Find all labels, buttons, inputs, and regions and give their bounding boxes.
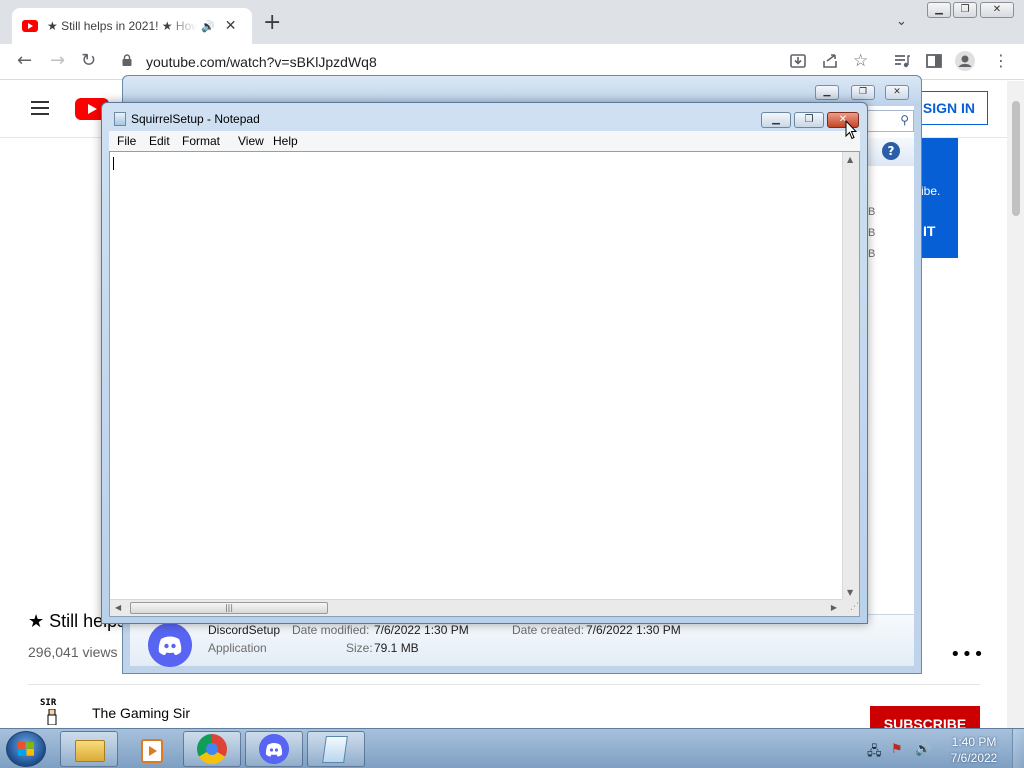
menu-file[interactable]: File <box>117 134 136 148</box>
vertical-scrollbar[interactable]: ▲ ▼ <box>842 152 859 600</box>
file-size-fragment: B <box>868 227 876 239</box>
media-control-icon[interactable] <box>893 52 911 70</box>
reload-icon[interactable]: ↻ <box>81 52 96 70</box>
notepad-title: SquirrelSetup - Notepad <box>131 112 260 126</box>
promo-button[interactable]: IT <box>923 223 935 239</box>
discord-logo-icon <box>148 623 192 667</box>
discord-icon <box>259 734 289 764</box>
chrome-icon <box>197 734 227 764</box>
new-tab-icon[interactable]: + <box>263 12 281 34</box>
search-icon[interactable]: ⚲ <box>900 113 909 127</box>
taskbar-chrome-button[interactable] <box>183 731 241 767</box>
notepad-text-area[interactable]: ▲ ▼ ◀ ||| ▶ ⋰ <box>109 151 860 617</box>
channel-avatar[interactable]: SIR <box>40 698 66 728</box>
clock-date[interactable]: 7/6/2022 <box>946 751 1002 765</box>
network-icon[interactable]: 🖧 <box>867 742 882 764</box>
hamburger-menu-icon[interactable] <box>31 101 49 115</box>
video-view-count: 296,041 views <box>28 644 118 660</box>
mouse-cursor-icon <box>845 120 857 140</box>
more-actions-icon[interactable]: ••• <box>950 644 985 665</box>
notepad-minimize-button[interactable]: ▁ <box>761 112 791 128</box>
browser-restore-button[interactable]: ❐ <box>953 2 977 18</box>
volume-icon[interactable]: 🔊 <box>915 742 931 757</box>
taskbar-notepad-button[interactable] <box>307 731 365 767</box>
details-date-modified: 7/6/2022 1:30 PM <box>374 623 469 637</box>
url-text[interactable]: youtube.com/watch?v=sBKlJpzdWq8 <box>146 54 377 70</box>
folder-icon <box>75 740 105 762</box>
scroll-up-arrow-icon[interactable]: ▲ <box>847 155 853 164</box>
details-size-label: Size: <box>346 641 373 655</box>
menu-format[interactable]: Format <box>182 134 220 148</box>
horizontal-scrollbar-thumb[interactable]: ||| <box>130 602 328 614</box>
details-size: 79.1 MB <box>374 641 419 655</box>
channel-name[interactable]: The Gaming Sir <box>92 705 190 721</box>
side-panel-icon[interactable] <box>925 52 943 70</box>
help-icon[interactable]: ? <box>882 142 900 160</box>
file-size-fragment: B <box>868 206 876 218</box>
explorer-restore-button[interactable]: ❐ <box>851 85 875 100</box>
notepad-app-icon[interactable] <box>114 112 126 126</box>
notepad-maximize-button[interactable]: ❐ <box>794 112 824 128</box>
taskbar-media-player-button[interactable] <box>120 731 178 767</box>
scroll-left-arrow-icon[interactable]: ◀ <box>115 603 121 612</box>
subscribe-promo-banner: ibe. IT <box>921 138 958 258</box>
channel-avatar-text: SIR <box>40 698 57 708</box>
youtube-favicon-icon <box>22 20 38 32</box>
notepad-menu-bar: File Edit Format View Help <box>109 131 860 151</box>
install-app-icon[interactable] <box>789 52 807 70</box>
promo-text: ibe. <box>921 184 941 198</box>
scroll-down-arrow-icon[interactable]: ▼ <box>847 588 853 597</box>
start-button[interactable] <box>6 731 46 767</box>
text-caret <box>113 157 114 170</box>
browser-close-button[interactable]: ✕ <box>980 2 1014 18</box>
browser-tab-strip: ★ Still helps in 2021! ★ How 🔊 ✕ + ⌄ ▁ ❐… <box>0 0 1024 44</box>
scroll-right-arrow-icon[interactable]: ▶ <box>831 603 837 612</box>
browser-menu-icon[interactable]: ⋮ <box>993 52 1009 70</box>
page-scrollbar[interactable] <box>1007 81 1024 728</box>
taskbar: 🖧 ⚑ 🔊 1:40 PM 7/6/2022 <box>0 728 1024 768</box>
back-arrow-icon[interactable]: ← <box>17 52 32 70</box>
clock-time[interactable]: 1:40 PM <box>948 735 1000 749</box>
taskbar-discord-button[interactable] <box>245 731 303 767</box>
resize-grip-icon[interactable]: ⋰ <box>842 599 859 616</box>
bookmark-star-icon[interactable]: ☆ <box>853 52 868 70</box>
details-date-modified-label: Date modified: <box>292 623 370 637</box>
file-size-fragment: B <box>868 248 876 260</box>
menu-edit[interactable]: Edit <box>149 134 170 148</box>
avatar-figure-icon <box>47 709 57 725</box>
explorer-close-button[interactable]: ✕ <box>885 85 909 100</box>
subscribe-button[interactable]: SUBSCRIBE <box>870 706 980 728</box>
menu-help[interactable]: Help <box>273 134 298 148</box>
windows-logo-icon <box>18 742 34 756</box>
horizontal-scrollbar[interactable]: ◀ ||| ▶ <box>110 599 842 616</box>
address-bar[interactable]: youtube.com/watch?v=sBKlJpzdWq8 <box>112 48 882 76</box>
action-center-flag-icon[interactable]: ⚑ <box>891 742 903 757</box>
close-tab-icon[interactable]: ✕ <box>225 18 237 34</box>
lock-icon[interactable] <box>122 54 132 66</box>
taskbar-explorer-button[interactable] <box>60 731 118 767</box>
notepad-window: SquirrelSetup - Notepad ▁ ❐ ✕ File Edit … <box>101 102 868 624</box>
show-desktop-button[interactable] <box>1012 729 1024 768</box>
speaker-icon[interactable]: 🔊 <box>201 20 215 33</box>
share-icon[interactable] <box>821 52 839 70</box>
details-file-name: DiscordSetup <box>208 623 281 637</box>
tab-search-icon[interactable]: ⌄ <box>896 14 907 29</box>
browser-minimize-button[interactable]: ▁ <box>927 2 951 18</box>
notepad-icon <box>322 736 348 763</box>
menu-view[interactable]: View <box>238 134 264 148</box>
details-file-type: Application <box>208 641 267 655</box>
browser-tab-youtube[interactable]: ★ Still helps in 2021! ★ How 🔊 ✕ <box>12 8 252 44</box>
details-date-created: 7/6/2022 1:30 PM <box>586 623 681 637</box>
details-date-created-label: Date created: <box>512 623 585 637</box>
video-info-divider <box>28 684 980 685</box>
profile-icon[interactable] <box>955 51 975 71</box>
tab-title: ★ Still helps in 2021! ★ How <box>47 19 197 33</box>
explorer-search-input[interactable]: ⚲ <box>860 110 914 132</box>
media-player-icon <box>141 739 163 763</box>
forward-arrow-icon[interactable]: → <box>50 52 65 70</box>
explorer-minimize-button[interactable]: ▁ <box>815 85 839 100</box>
page-scrollbar-thumb[interactable] <box>1012 101 1020 216</box>
